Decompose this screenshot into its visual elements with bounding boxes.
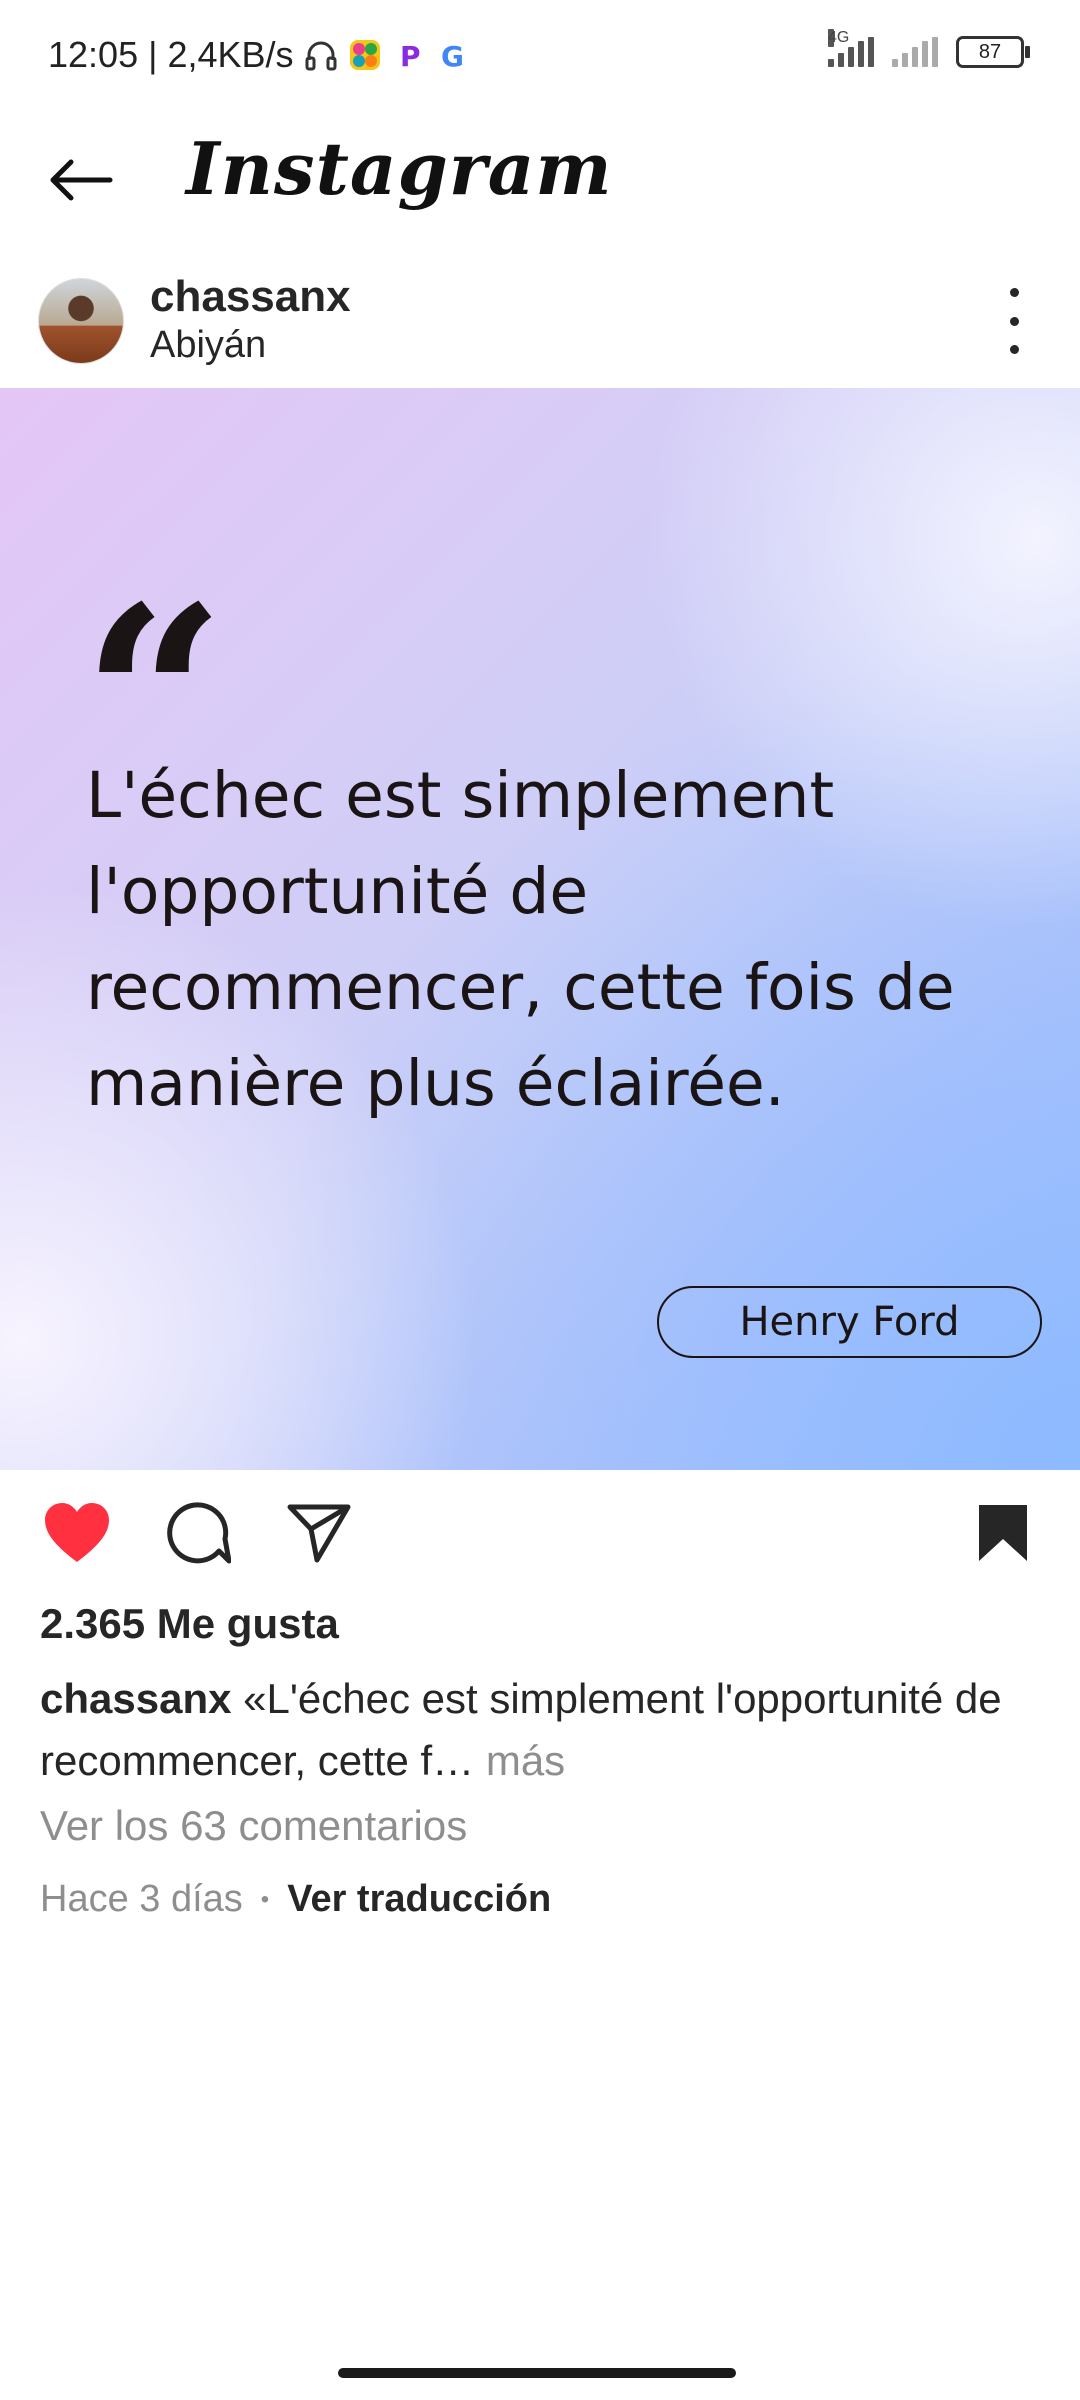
status-left: 12:05 | 2,4KB/s P G	[48, 34, 470, 76]
post-username[interactable]: chassanx	[150, 272, 351, 322]
svg-text:G: G	[441, 40, 464, 72]
share-button[interactable]	[284, 1500, 354, 1570]
post-caption: chassanx «L'échec est simplement l'oppor…	[40, 1668, 1040, 1792]
status-time: 12:05 | 2,4KB/s	[48, 34, 294, 75]
status-bar: 12:05 | 2,4KB/s P G 4G 87	[0, 0, 1080, 112]
send-icon	[287, 1503, 351, 1568]
comment-icon	[167, 1501, 232, 1570]
more-options-button[interactable]	[994, 288, 1034, 354]
avatar[interactable]	[38, 278, 124, 364]
caption-username[interactable]: chassanx	[40, 1675, 231, 1722]
post-time: Hace 3 días	[40, 1878, 243, 1920]
battery-level: 87	[978, 40, 1002, 63]
google-icon: G	[436, 38, 470, 73]
battery-icon: 87	[956, 36, 1030, 68]
headphones-icon	[304, 38, 338, 72]
separator-dot: •	[260, 1885, 270, 1913]
more-vertical-icon-dot	[1009, 288, 1019, 297]
translate-link[interactable]: Ver traducción	[287, 1878, 551, 1921]
heart-filled-icon	[43, 1502, 111, 1569]
app-icon-p: P	[392, 38, 426, 73]
post-meta: Hace 3 días • Ver traducción	[40, 1878, 551, 1921]
more-vertical-icon-dot	[1009, 345, 1019, 354]
post-header: chassanx Abiyán	[0, 258, 1080, 388]
post-image[interactable]: “ L'échec est simplement l'opportunité d…	[0, 388, 1080, 1470]
svg-text:P: P	[400, 40, 421, 72]
caption-more-link[interactable]: más	[486, 1737, 565, 1784]
quote-author: Henry Ford	[657, 1286, 1042, 1358]
like-button[interactable]	[42, 1500, 112, 1570]
quote-mark: “	[82, 551, 226, 845]
app-icon-colorful	[348, 38, 382, 72]
network-label: 4G	[828, 29, 850, 47]
status-right: 4G 87	[828, 29, 1030, 68]
app-header: Instagram	[0, 112, 1080, 252]
signal-icon	[892, 37, 938, 67]
likes-count[interactable]: 2.365 Me gusta	[40, 1600, 339, 1648]
app-title: Instagram	[186, 126, 613, 211]
more-vertical-icon-dot	[1009, 316, 1019, 326]
bookmark-filled-icon	[977, 1503, 1029, 1568]
back-button[interactable]	[40, 142, 120, 222]
post-actions	[0, 1470, 1080, 1595]
signal-4g-icon: 4G	[828, 29, 874, 67]
post-location[interactable]: Abiyán	[150, 324, 266, 367]
arrow-left-icon	[47, 157, 113, 208]
view-comments-link[interactable]: Ver los 63 comentarios	[40, 1802, 467, 1850]
quote-text: L'échec est simplement l'opportunité de …	[86, 759, 955, 1120]
comment-button[interactable]	[164, 1500, 234, 1570]
home-indicator[interactable]	[338, 2368, 736, 2378]
save-button[interactable]	[968, 1500, 1038, 1570]
